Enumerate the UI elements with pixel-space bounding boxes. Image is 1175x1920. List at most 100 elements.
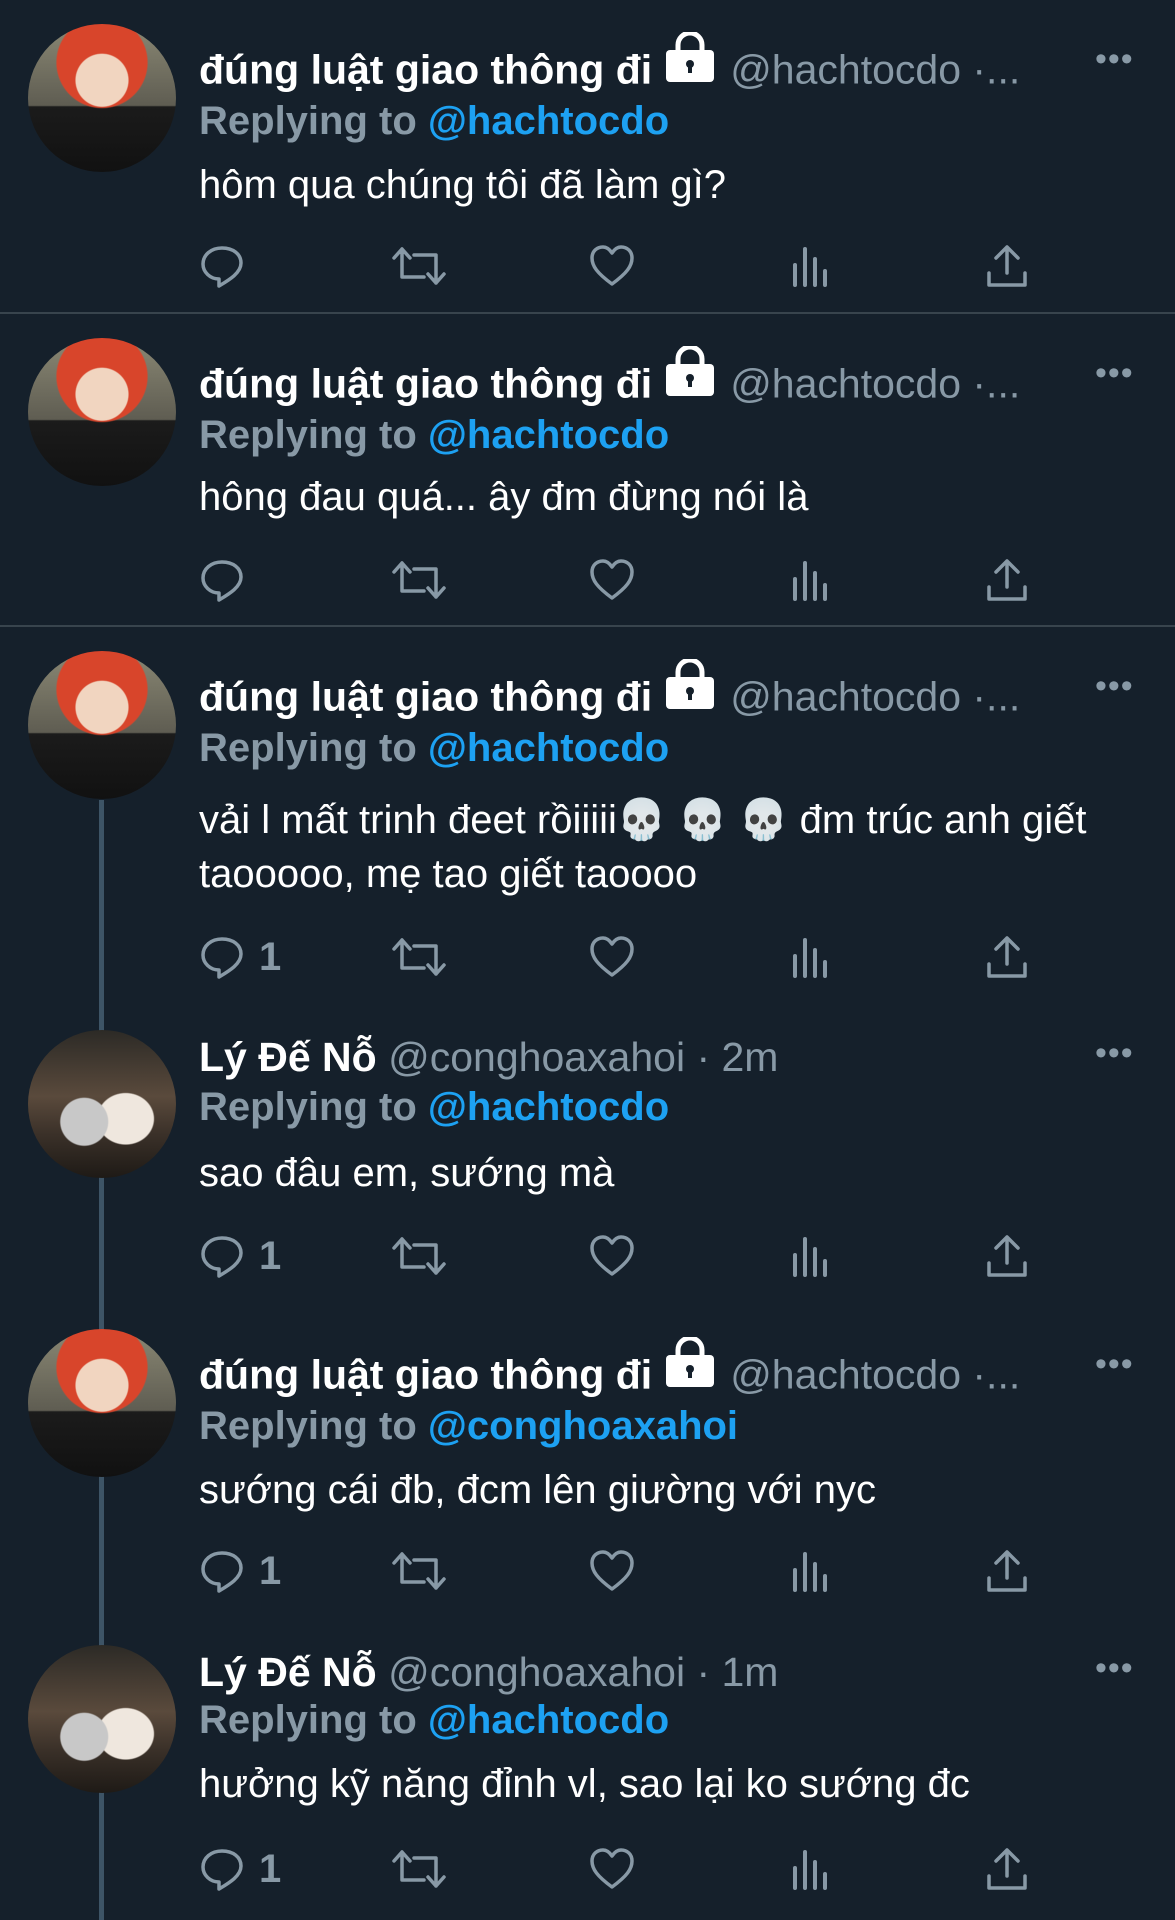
analytics-icon — [793, 247, 827, 287]
tweet-header: Lý Đế Nỗ @conghoaxahoi · 1m — [199, 1645, 778, 1699]
more-options-icon[interactable]: ••• — [1095, 669, 1134, 703]
tweet[interactable]: đúng luật giao thông đi @hachtocdo ·... •… — [0, 627, 1175, 997]
reply-button[interactable]: 1 — [199, 1841, 281, 1897]
like-button[interactable] — [589, 929, 635, 985]
retweet-icon — [392, 1552, 446, 1590]
like-button[interactable] — [589, 238, 635, 294]
display-name[interactable]: Lý Đế Nỗ — [199, 1034, 377, 1080]
display-name[interactable]: Lý Đế Nỗ — [199, 1649, 377, 1695]
reply-button[interactable] — [199, 238, 259, 294]
mention-link[interactable]: @hachtocdo — [428, 1085, 669, 1129]
analytics-button[interactable] — [791, 929, 831, 985]
reply-count: 1 — [259, 1548, 282, 1593]
reply-button[interactable]: 1 — [199, 1228, 281, 1284]
reply-icon — [201, 1236, 243, 1278]
tweet-text: hông đau quá... ây đm đừng nói là — [199, 475, 809, 519]
replying-to-line: Replying to @conghoaxahoi — [199, 1401, 738, 1451]
like-button[interactable] — [589, 1543, 635, 1599]
retweet-button[interactable] — [392, 1228, 446, 1284]
reply-button[interactable] — [199, 552, 259, 608]
display-name[interactable]: đúng luật giao thông đi — [199, 46, 652, 92]
mention-link[interactable]: @hachtocdo — [428, 726, 669, 770]
lock-icon — [664, 657, 716, 724]
replying-to-line: Replying to @hachtocdo — [199, 410, 669, 460]
like-button[interactable] — [589, 552, 635, 608]
share-button[interactable] — [985, 1841, 1029, 1897]
more-options-icon[interactable]: ••• — [1095, 1036, 1134, 1070]
like-button[interactable] — [589, 1228, 635, 1284]
heart-icon — [590, 559, 634, 600]
share-icon — [987, 245, 1027, 287]
share-button[interactable] — [985, 238, 1029, 294]
tweet[interactable]: đúng luật giao thông đi @hachtocdo ·... •… — [0, 0, 1175, 312]
avatar[interactable] — [28, 24, 176, 172]
retweet-button[interactable] — [392, 552, 446, 608]
avatar[interactable] — [28, 651, 176, 799]
retweet-button[interactable] — [392, 1543, 446, 1599]
tweet-header: đúng luật giao thông đi @hachtocdo ·... — [199, 344, 1020, 408]
mention-link[interactable]: @conghoaxahoi — [428, 1404, 738, 1448]
retweet-button[interactable] — [392, 1841, 446, 1897]
analytics-icon — [793, 938, 827, 978]
replying-label: Replying to — [199, 1085, 417, 1129]
avatar[interactable] — [28, 1645, 176, 1793]
analytics-icon — [793, 1237, 827, 1277]
like-button[interactable] — [589, 1841, 635, 1897]
action-bar: 1 — [199, 1228, 1079, 1284]
action-bar: 1 — [199, 1543, 1079, 1599]
mention-link[interactable]: @hachtocdo — [428, 413, 669, 457]
mention-link[interactable]: @hachtocdo — [428, 99, 669, 143]
share-button[interactable] — [985, 929, 1029, 985]
avatar[interactable] — [28, 338, 176, 486]
lock-icon — [664, 30, 716, 97]
user-handle[interactable]: @conghoaxahoi · 2m — [388, 1034, 778, 1080]
user-handle[interactable]: @hachtocdo ·... — [730, 673, 1020, 719]
share-button[interactable] — [985, 1228, 1029, 1284]
display-name[interactable]: đúng luật giao thông đi — [199, 673, 652, 719]
analytics-icon — [793, 561, 827, 601]
replying-label: Replying to — [199, 1404, 417, 1448]
tweet[interactable]: đúng luật giao thông đi @hachtocdo ·... •… — [0, 314, 1175, 625]
retweet-button[interactable] — [392, 238, 446, 294]
reply-button[interactable]: 1 — [199, 1543, 281, 1599]
user-handle[interactable]: @hachtocdo ·... — [730, 46, 1020, 92]
replying-to-line: Replying to @hachtocdo — [199, 1695, 669, 1745]
retweet-icon — [392, 247, 446, 285]
retweet-icon — [392, 1237, 446, 1275]
action-bar — [199, 552, 1079, 608]
retweet-button[interactable] — [392, 929, 446, 985]
user-handle[interactable]: @conghoaxahoi · 1m — [388, 1649, 778, 1695]
share-button[interactable] — [985, 1543, 1029, 1599]
more-options-icon[interactable]: ••• — [1095, 1347, 1134, 1381]
mention-link[interactable]: @hachtocdo — [428, 1698, 669, 1742]
heart-icon — [590, 936, 634, 977]
tweet-header: đúng luật giao thông đi @hachtocdo ·... — [199, 1335, 1020, 1399]
display-name[interactable]: đúng luật giao thông đi — [199, 360, 652, 406]
tweet[interactable]: Lý Đế Nỗ @conghoaxahoi · 1m ••• Replying… — [0, 1615, 1175, 1920]
avatar[interactable] — [28, 1329, 176, 1477]
more-options-icon[interactable]: ••• — [1095, 1651, 1134, 1685]
user-handle[interactable]: @hachtocdo ·... — [730, 360, 1020, 406]
analytics-button[interactable] — [791, 1228, 831, 1284]
display-name[interactable]: đúng luật giao thông đi — [199, 1351, 652, 1397]
analytics-button[interactable] — [791, 1841, 831, 1897]
retweet-icon — [392, 938, 446, 976]
tweet[interactable]: đúng luật giao thông đi @hachtocdo ·... •… — [0, 1305, 1175, 1605]
more-options-icon[interactable]: ••• — [1095, 356, 1134, 390]
tweet[interactable]: Lý Đế Nỗ @conghoaxahoi · 2m ••• Replying… — [0, 1000, 1175, 1305]
reply-icon — [201, 1551, 243, 1593]
more-options-icon[interactable]: ••• — [1095, 42, 1134, 76]
heart-icon — [590, 1235, 634, 1276]
reply-icon — [201, 937, 243, 979]
analytics-button[interactable] — [791, 552, 831, 608]
reply-count: 1 — [259, 1846, 282, 1891]
user-handle[interactable]: @hachtocdo ·... — [730, 1351, 1020, 1397]
analytics-icon — [793, 1850, 827, 1890]
reply-count: 1 — [259, 1233, 282, 1278]
analytics-button[interactable] — [791, 1543, 831, 1599]
analytics-button[interactable] — [791, 238, 831, 294]
avatar[interactable] — [28, 1030, 176, 1178]
lock-icon — [664, 344, 716, 411]
share-button[interactable] — [985, 552, 1029, 608]
reply-button[interactable]: 1 — [199, 929, 281, 985]
